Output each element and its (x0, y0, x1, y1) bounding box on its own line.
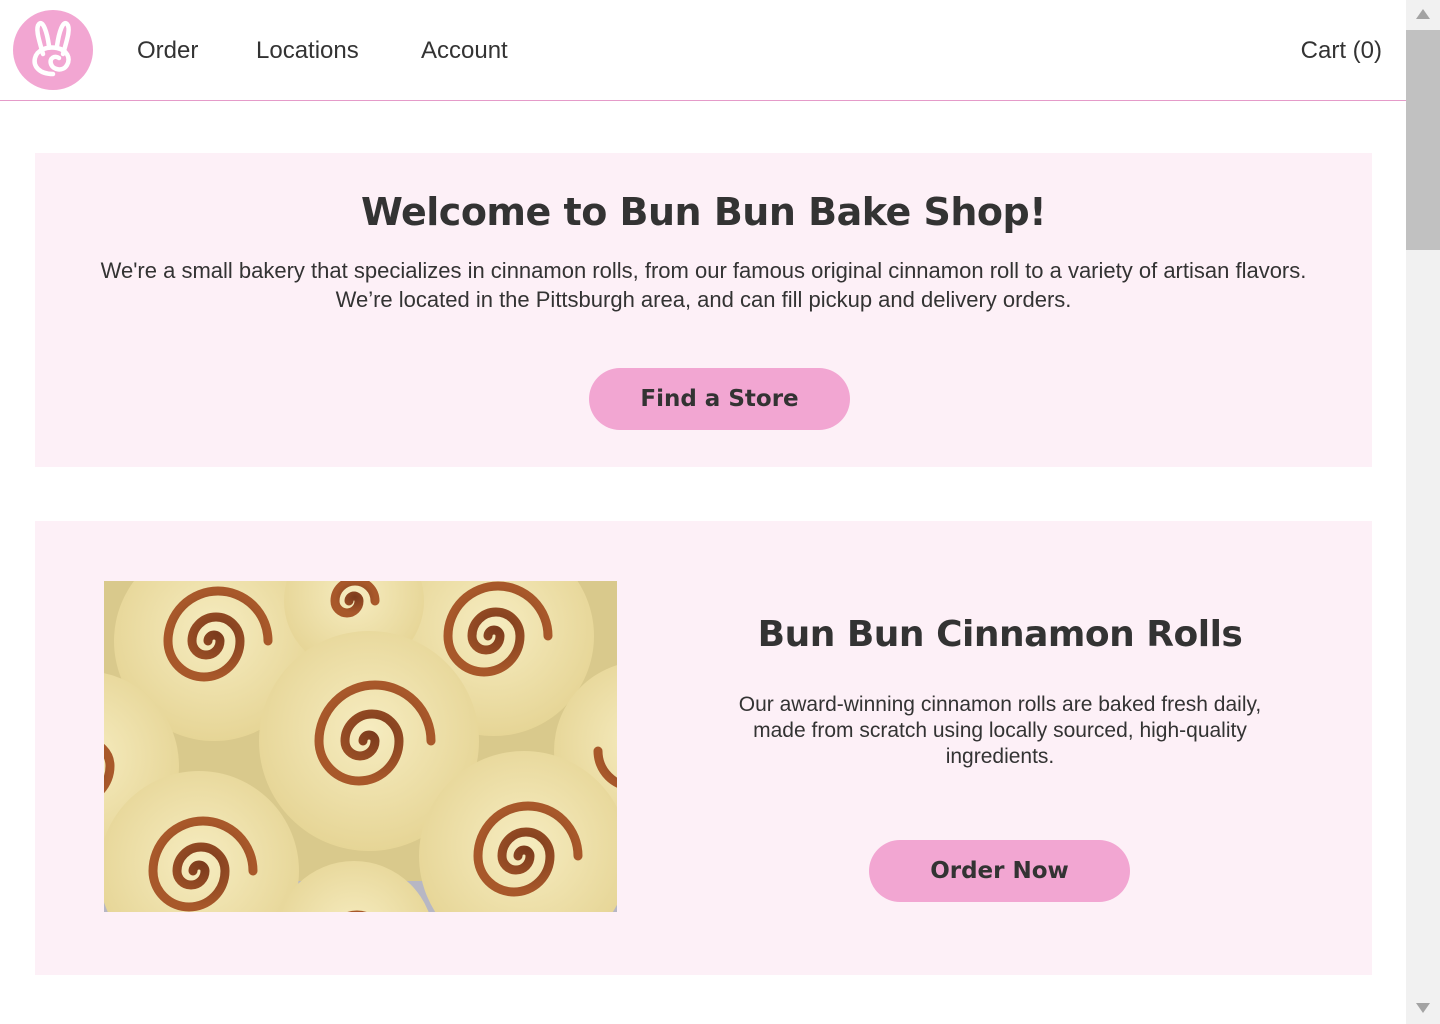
welcome-description-line: We’re located in the Pittsburgh area, an… (335, 287, 1072, 312)
nav-link-account[interactable]: Account (421, 36, 508, 66)
nav-link-locations[interactable]: Locations (256, 36, 359, 66)
product-section: Bun Bun Cinnamon Rolls Our award-winning… (35, 521, 1372, 975)
order-now-button[interactable]: Order Now (869, 840, 1130, 902)
page: Order Locations Account Cart (0) Welcome… (0, 0, 1406, 1024)
find-a-store-button[interactable]: Find a Store (589, 368, 850, 430)
scroll-up-arrow-icon[interactable] (1406, 0, 1440, 28)
bunny-swirl-logo-icon[interactable] (13, 10, 93, 90)
scroll-down-arrow-icon[interactable] (1406, 996, 1440, 1024)
welcome-title: Welcome to Bun Bun Bake Shop! (360, 190, 1047, 234)
product-title: Bun Bun Cinnamon Rolls (757, 614, 1243, 655)
welcome-description-line: We're a small bakery that specializes in… (100, 258, 1307, 283)
welcome-description: We're a small bakery that specializes in… (35, 256, 1372, 314)
product-description: Our award-winning cinnamon rolls are bak… (713, 692, 1287, 770)
product-description-line: Our award-winning cinnamon rolls are bak… (738, 693, 1262, 716)
cart-link[interactable]: Cart (0) (1301, 36, 1382, 66)
site-header: Order Locations Account Cart (0) (0, 0, 1406, 101)
nav-link-order[interactable]: Order (137, 36, 198, 66)
cinnamon-rolls-image (104, 581, 617, 912)
welcome-section: Welcome to Bun Bun Bake Shop! We're a sm… (35, 153, 1372, 467)
page-scrollbar[interactable] (1406, 0, 1440, 1024)
product-description-line: made from scratch using locally sourced,… (753, 719, 1247, 742)
scrollbar-thumb[interactable] (1406, 30, 1440, 250)
product-description-line: ingredients. (945, 745, 1055, 768)
